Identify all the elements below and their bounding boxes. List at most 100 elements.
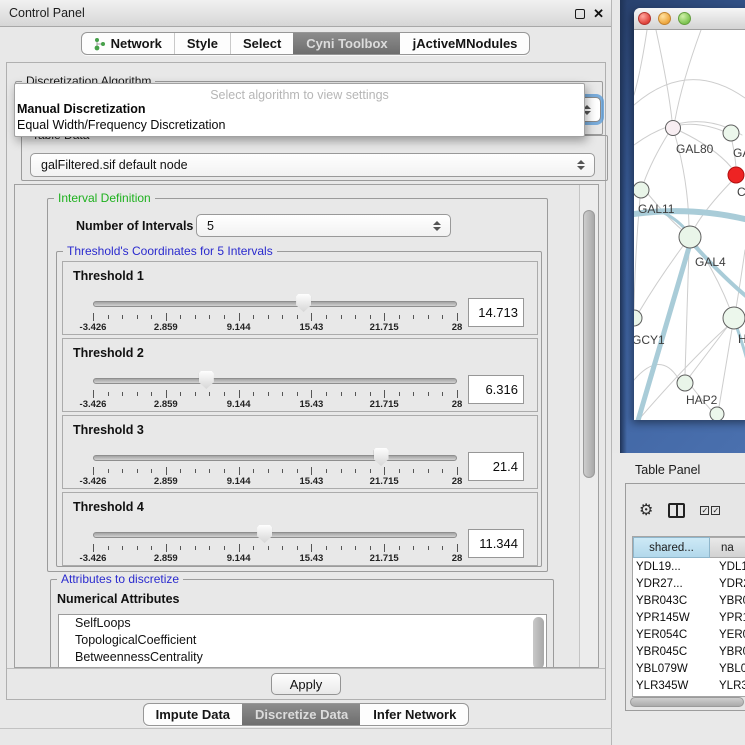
minimize-traffic-light-icon[interactable] <box>658 12 671 25</box>
number-of-intervals-row: Number of Intervals 5 <box>48 213 547 241</box>
network-icon <box>94 37 106 51</box>
threshold-slider-3[interactable]: -3.4262.8599.14415.4321.71528 <box>93 446 457 488</box>
cell-name: YLR3 <box>710 680 745 692</box>
slider-tick-labels: -3.4262.8599.14415.4321.71528 <box>93 322 457 334</box>
apply-button[interactable]: Apply <box>271 673 341 695</box>
network-canvas[interactable]: GAL80GACGAL11GAL4GCY1HHAP2 <box>634 30 745 420</box>
table-data-combo[interactable]: galFiltered.sif default node <box>30 153 595 177</box>
attribute-item-topologicalcoefficient[interactable]: TopologicalCoefficient <box>59 632 546 649</box>
table-row[interactable]: YER054CYER0 <box>633 626 745 643</box>
table-row[interactable]: YDL19...YDL1 <box>633 558 745 575</box>
vertical-scrollbar-thumb[interactable] <box>583 210 595 478</box>
threshold-label: Threshold 2 <box>73 346 144 360</box>
slider-thumb[interactable] <box>257 525 272 543</box>
slider-ticks <box>93 390 457 399</box>
columns-icon[interactable] <box>668 503 685 518</box>
threshold-label: Threshold 3 <box>73 423 144 437</box>
algorithm-prompt-item[interactable]: Select algorithm to view settings <box>15 84 584 101</box>
top-tab-bar: Network Style Select Cyni Toolbox jActiveMNo… <box>81 32 531 55</box>
threshold-value-field[interactable]: 14.713 <box>468 298 524 327</box>
tab-discretize-data-label: Discretize Data <box>255 707 348 722</box>
cell-name: YDL1 <box>710 561 745 573</box>
table-row[interactable]: YLR345WYLR3 <box>633 677 745 694</box>
tab-network[interactable]: Network <box>82 33 174 54</box>
column-header-name[interactable]: na <box>710 537 745 558</box>
attributes-group: Attributes to discretize Numerical Attri… <box>50 579 554 668</box>
threshold-slider-2[interactable]: -3.4262.8599.14415.4321.71528 <box>93 369 457 411</box>
close-traffic-light-icon[interactable] <box>638 12 651 25</box>
threshold-slider-4[interactable]: -3.4262.8599.14415.4321.71528 <box>93 523 457 565</box>
threshold-slider-1[interactable]: -3.4262.8599.14415.4321.71528 <box>93 292 457 334</box>
tab-select[interactable]: Select <box>230 33 293 54</box>
attributes-group-title: Attributes to discretize <box>57 572 183 586</box>
table-row[interactable]: YBR043CYBR0 <box>633 592 745 609</box>
tab-jactivemnodules-label: jActiveMNodules <box>413 36 518 51</box>
algorithm-option-manual-discretization[interactable]: Manual Discretization <box>15 101 584 117</box>
svg-text:GCY1: GCY1 <box>634 333 665 347</box>
horizontal-scrollbar[interactable] <box>630 697 744 707</box>
slider-thumb[interactable] <box>296 294 311 312</box>
network-window-titlebar <box>634 8 745 30</box>
cell-name: YBR0 <box>710 595 745 607</box>
table-row[interactable]: YBR045CYBR0 <box>633 643 745 660</box>
control-panel-window: Control Panel ✕ NetworkStyleSelectCyni T… <box>0 0 612 745</box>
attributes-scrollbar[interactable] <box>533 617 544 668</box>
tab-impute-data[interactable]: Impute Data <box>144 704 242 725</box>
tab-jactivemnodules[interactable]: jActiveMNodules <box>400 33 530 54</box>
tab-style[interactable]: Style <box>174 33 230 54</box>
table-panel: Table Panel ⚙ ✓ ✓ shared... na YDL19...Y… <box>612 453 745 745</box>
threshold-panel-4: Threshold 4 -3.4262.8599.14415.4321.71528… <box>62 492 538 566</box>
threshold-value-field[interactable]: 11.344 <box>468 529 524 558</box>
screen: Control Panel ✕ NetworkStyleSelectCyni T… <box>0 0 745 745</box>
threshold-label: Threshold 1 <box>73 269 144 283</box>
slider-tick-labels: -3.4262.8599.14415.4321.71528 <box>93 553 457 565</box>
thresholds-group-title: Threshold's Coordinates for 5 Intervals <box>63 244 277 258</box>
checkbox-icon[interactable]: ✓ <box>700 506 709 515</box>
checkbox-icon[interactable]: ✓ <box>711 506 720 515</box>
cell-shared-name: YBL079W <box>633 663 710 675</box>
threshold-value-field[interactable]: 6.316 <box>468 375 524 404</box>
slider-thumb[interactable] <box>374 448 389 466</box>
slider-tick-labels: -3.4262.8599.14415.4321.71528 <box>93 399 457 411</box>
tab-infer-network[interactable]: Infer Network <box>360 704 468 725</box>
zoom-traffic-light-icon[interactable] <box>678 12 691 25</box>
float-window-icon[interactable] <box>575 9 585 19</box>
cell-shared-name: YDL19... <box>633 561 710 573</box>
table-row[interactable]: YBL079WYBL0 <box>633 660 745 677</box>
tab-cyni-toolbox[interactable]: Cyni Toolbox <box>293 33 399 54</box>
column-header-shared-name[interactable]: shared... <box>633 537 710 558</box>
cell-name: YBR0 <box>710 646 745 658</box>
svg-text:HAP2: HAP2 <box>686 393 718 407</box>
bottom-tab-row: Impute Data Discretize Data Infer Network <box>0 702 612 729</box>
vertical-scrollbar[interactable] <box>579 185 598 667</box>
cell-name: YDR2 <box>710 578 745 590</box>
threshold-label: Threshold 4 <box>73 500 144 514</box>
gear-icon[interactable]: ⚙ <box>639 500 653 520</box>
close-icon[interactable]: ✕ <box>593 9 604 19</box>
number-of-intervals-combo[interactable]: 5 <box>196 214 451 237</box>
tab-cyni-toolbox-label: Cyni Toolbox <box>306 36 387 51</box>
algorithm-popup-items: Manual DiscretizationEqual Width/Frequen… <box>15 101 584 133</box>
table-toolbar: ⚙ ✓ ✓ <box>626 484 745 536</box>
threshold-panel-2: Threshold 2 -3.4262.8599.14415.4321.71528… <box>62 338 538 412</box>
tab-discretize-data[interactable]: Discretize Data <box>242 704 360 725</box>
slider-track <box>93 455 457 461</box>
attribute-item-betweennesscentrality[interactable]: BetweennessCentrality <box>59 649 546 666</box>
interval-definition-title: Interval Definition <box>54 191 155 205</box>
slider-thumb[interactable] <box>199 371 214 389</box>
select-all-icons[interactable]: ✓ ✓ <box>700 506 720 515</box>
table-data-combo-value: galFiltered.sif default node <box>31 158 188 172</box>
threshold-panel-1: Threshold 1 -3.4262.8599.14415.4321.71528… <box>62 261 538 335</box>
table-row[interactable]: YPR145WYPR1 <box>633 609 745 626</box>
threshold-value-field[interactable]: 21.4 <box>468 452 524 481</box>
algorithm-option-equal-width-frequency-discretization[interactable]: Equal Width/Frequency Discretization <box>15 117 584 133</box>
right-panel: GAL80GACGAL11GAL4GCY1HHAP2 Table Panel ⚙… <box>612 0 745 745</box>
node-table: shared... na YDL19...YDL1YDR27...YDR2YBR… <box>632 536 745 697</box>
attribute-item-selfloops[interactable]: SelfLoops <box>59 615 546 632</box>
table-row[interactable]: YDR27...YDR2 <box>633 575 745 592</box>
combo-arrows-icon <box>577 160 585 170</box>
tab-style-label: Style <box>187 36 218 51</box>
tab-infer-network-label: Infer Network <box>373 707 456 722</box>
numerical-attributes-list[interactable]: SelfLoopsTopologicalCoefficientBetweenne… <box>58 614 547 668</box>
cell-name: YBL0 <box>710 663 745 675</box>
